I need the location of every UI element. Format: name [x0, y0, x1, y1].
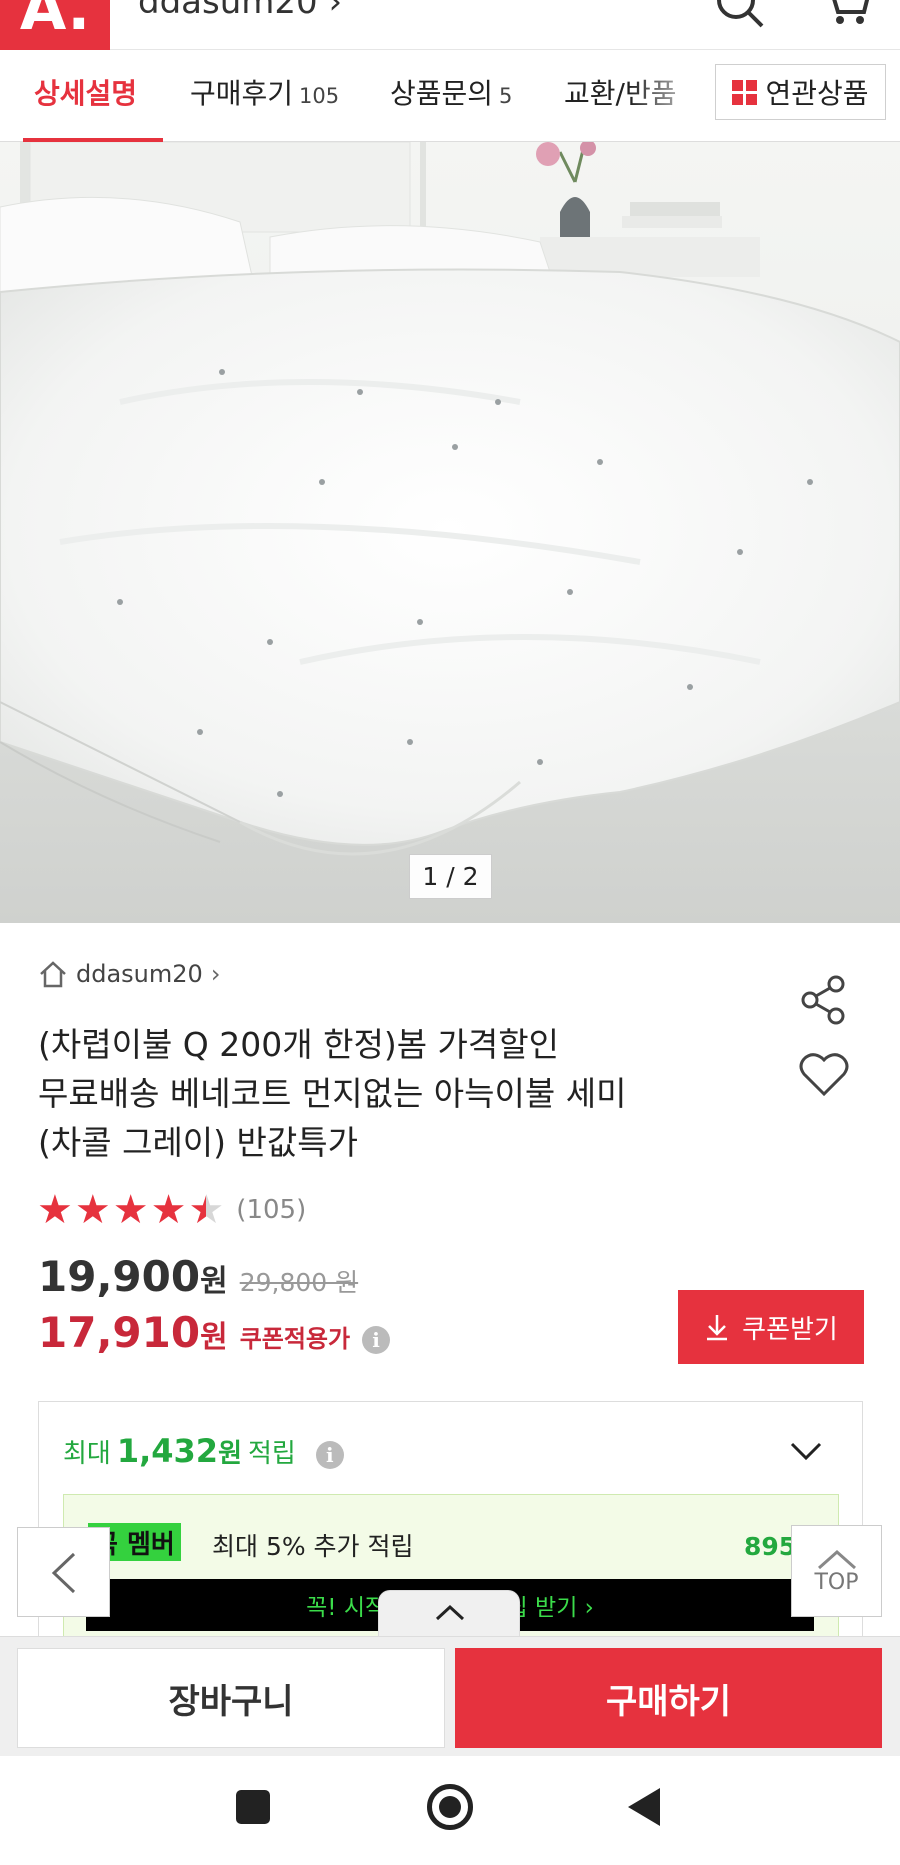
product-title: (차렵이불 Q 200개 한정)봄 가격할인 무료배송 베네코트 먼지없는 아늑…	[38, 1020, 738, 1167]
system-nav-bar	[0, 1756, 900, 1865]
search-icon[interactable]	[712, 0, 768, 36]
coupon-price: 17,910	[38, 1308, 201, 1357]
member-benefit-text: 최대 5% 추가 적립	[212, 1532, 414, 1561]
review-count: (105)	[236, 1195, 307, 1225]
tab-count: 105	[299, 84, 340, 108]
scroll-top-label: TOP	[814, 1569, 859, 1595]
chevron-up-icon	[817, 1549, 856, 1569]
coupon-price-unit: 원	[200, 1320, 228, 1355]
get-coupon-button[interactable]: 쿠폰받기	[678, 1290, 864, 1364]
chevron-up-icon	[435, 1604, 465, 1621]
points-amount: 1,432	[116, 1432, 219, 1470]
cart-icon[interactable]	[818, 0, 874, 36]
chevron-down-icon[interactable]	[789, 1440, 823, 1462]
half-star-icon: ★	[188, 1187, 225, 1233]
tab-details[interactable]: 상세설명	[34, 72, 137, 112]
star-icon: ★	[37, 1187, 73, 1233]
chevron-right-icon: ›	[210, 960, 221, 988]
tab-label: 구매후기	[190, 77, 294, 110]
tab-label: 상품문의	[390, 77, 494, 110]
detail-tabs: 상세설명 구매후기 105 상품문의 5 교환/반품 연관상품	[0, 50, 900, 142]
image-pager: 1 / 2	[409, 854, 492, 899]
app-logo[interactable]: A.	[0, 0, 110, 50]
price-unit: 원	[200, 1264, 228, 1299]
current-price: 19,900	[38, 1252, 201, 1301]
tab-count: 5	[499, 84, 513, 108]
product-title-line: 무료배송 베네코트 먼지없는 아늑이불 세미	[38, 1074, 627, 1113]
home-circle-icon[interactable]	[427, 1784, 473, 1830]
star-icon: ★	[74, 1187, 111, 1233]
original-price: 29,800 원	[239, 1268, 359, 1297]
back-triangle-icon[interactable]	[628, 1788, 660, 1826]
seller-name: ddasum20	[76, 960, 203, 988]
info-icon[interactable]: i	[315, 1441, 344, 1469]
points-prefix: 최대	[63, 1439, 111, 1469]
info-icon[interactable]: i	[362, 1326, 391, 1354]
product-title-line: (차렵이불 Q 200개 한정)봄 가격할인	[38, 1025, 559, 1064]
coupon-price-row: 17,910원 쿠폰적용가 i	[38, 1308, 391, 1357]
product-title-line: (차콜 그레이) 반값특가	[38, 1123, 358, 1162]
scroll-top-button[interactable]: TOP	[791, 1525, 882, 1617]
app-header: A. ddasum20 ›	[0, 0, 900, 50]
add-to-cart-button[interactable]: 장바구니	[17, 1648, 445, 1748]
related-products-button[interactable]: 연관상품	[715, 64, 886, 120]
expand-options-tab[interactable]	[378, 1590, 520, 1636]
related-products-label: 연관상품	[765, 77, 869, 110]
grid-icon	[732, 79, 758, 105]
recent-apps-icon[interactable]	[236, 1790, 270, 1824]
download-icon	[707, 1315, 728, 1341]
purchase-bar: 장바구니 구매하기	[0, 1636, 900, 1756]
tab-reviews[interactable]: 구매후기 105	[190, 72, 339, 112]
rating-row[interactable]: ★ ★ ★ ★ ★ (105)	[37, 1190, 306, 1230]
tab-inquiry[interactable]: 상품문의 5	[390, 72, 512, 112]
star-icon: ★	[150, 1187, 187, 1233]
home-icon	[40, 961, 66, 988]
price-row: 19,900원 29,800 원	[38, 1252, 358, 1301]
tab-fade	[630, 50, 710, 140]
wishlist-heart-icon[interactable]	[798, 1050, 850, 1100]
points-unit: 원	[218, 1439, 242, 1469]
points-suffix: 적립	[247, 1439, 296, 1469]
store-link[interactable]: ddasum20 ›	[138, 0, 342, 22]
star-icon: ★	[112, 1187, 149, 1233]
share-icon[interactable]	[798, 974, 850, 1026]
product-image[interactable]: 1 / 2	[0, 142, 900, 923]
get-coupon-label: 쿠폰받기	[742, 1314, 838, 1345]
seller-link[interactable]: ddasum20 ›	[38, 960, 220, 988]
chevron-left-icon	[51, 1552, 76, 1594]
coupon-price-label: 쿠폰적용가	[239, 1325, 351, 1353]
back-button[interactable]	[17, 1527, 110, 1617]
tab-label: 상세설명	[34, 77, 138, 110]
points-summary: 최대 1,432원 적립 i	[63, 1432, 344, 1470]
buy-now-button[interactable]: 구매하기	[455, 1648, 882, 1748]
